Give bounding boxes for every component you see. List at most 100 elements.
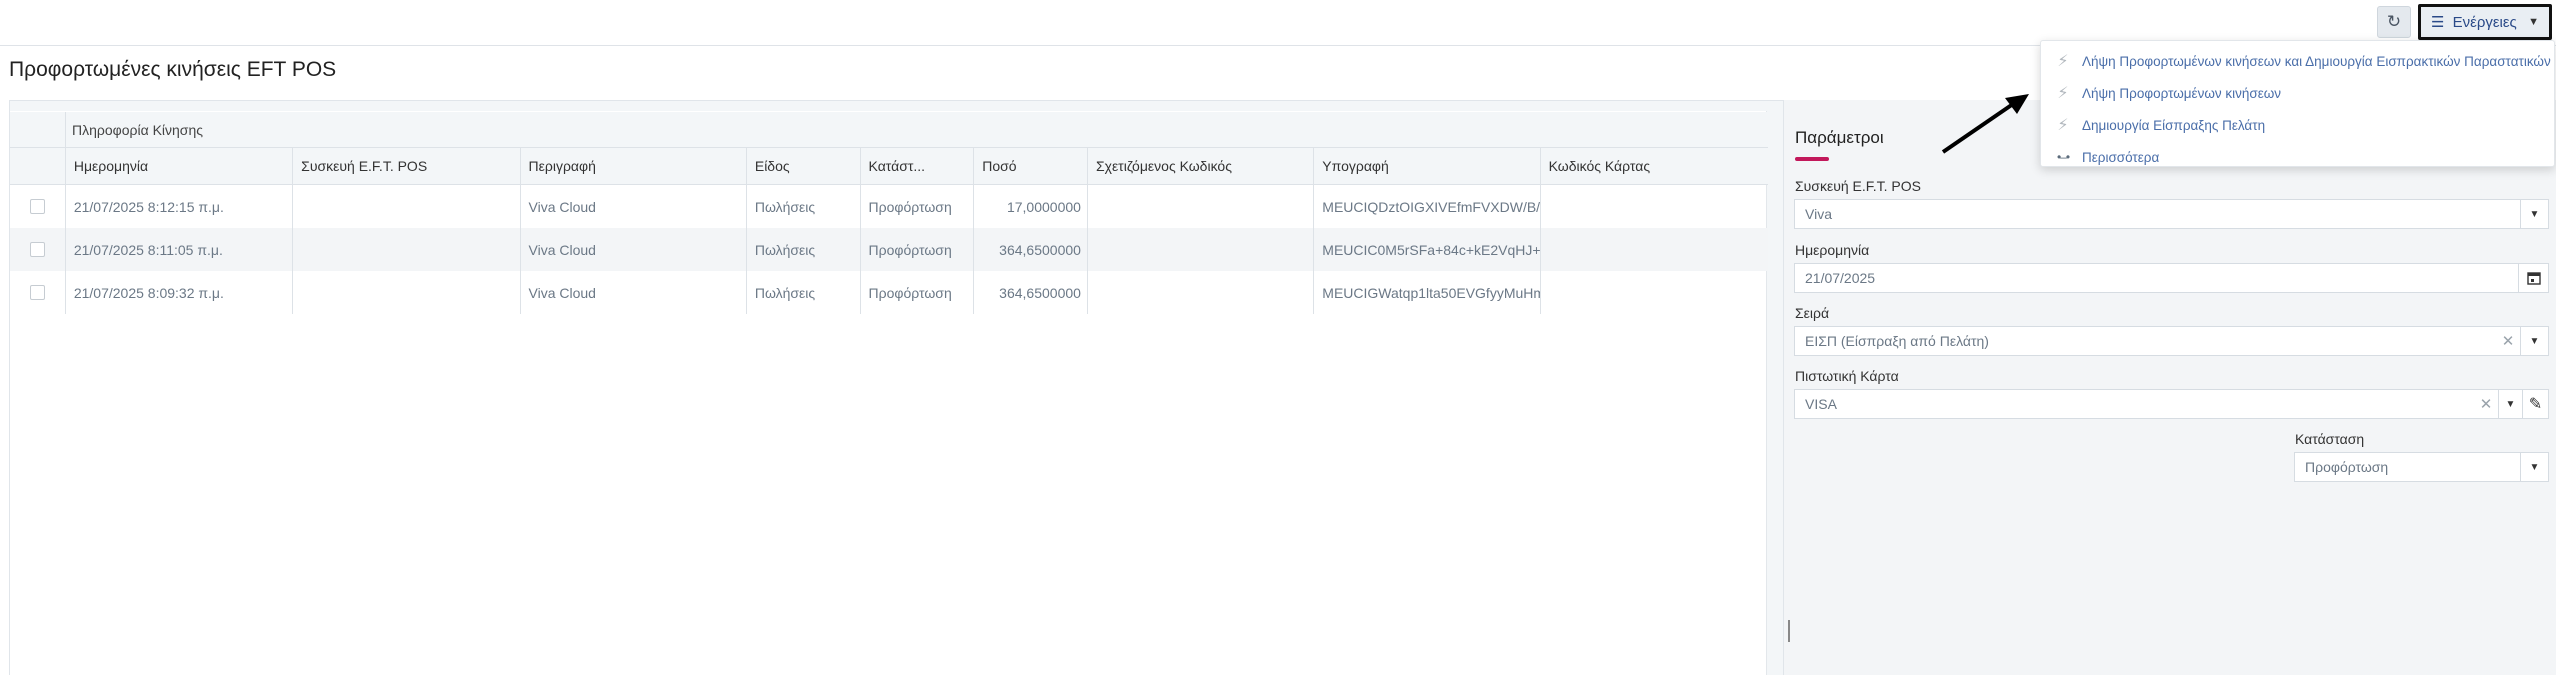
group-header-label: Πληροφορία Κίνησης [72, 121, 203, 138]
chevron-down-icon[interactable]: ▼ [2520, 200, 2548, 228]
parameters-title-underline [1795, 157, 1829, 161]
cell-kind: Πωλήσεις [747, 185, 861, 228]
device-label: Συσκευή E.F.T. POS [1795, 178, 1921, 194]
series-label: Σειρά [1795, 305, 1830, 321]
clear-icon[interactable]: ✕ [2496, 332, 2520, 350]
date-label: Ημερομηνία [1795, 242, 1870, 258]
cell-amount: 364,6500000 [974, 228, 1088, 271]
cell-status: Προφόρτωση [861, 228, 975, 271]
text-cursor [1788, 620, 1790, 642]
clear-icon[interactable]: ✕ [2474, 395, 2498, 413]
column-header-status[interactable]: Κατάστ... [861, 148, 975, 184]
bolt-icon: ⚡︎ [2057, 85, 2069, 102]
calendar-icon[interactable] [2518, 264, 2548, 292]
menu-item-label: Λήψη Προφορτωμένων κινήσεων [2082, 85, 2282, 101]
caret-down-icon: ▼ [2528, 16, 2539, 28]
chevron-down-icon[interactable]: ▼ [2498, 390, 2522, 418]
card-select[interactable]: VISA ✕ ▼ ✎ [1794, 389, 2549, 419]
chevron-down-icon[interactable]: ▼ [2520, 327, 2548, 355]
parameters-panel: Παράμετροι Συσκευή E.F.T. POS Viva ▼ Ημε… [1783, 100, 2556, 675]
row-checkbox[interactable] [29, 242, 45, 257]
cell-date: 21/07/2025 8:09:32 π.μ. [66, 271, 294, 314]
menu-item-more[interactable]: •–• Περισσότερα [2041, 141, 2554, 173]
column-header-date[interactable]: Ημερομηνία [66, 148, 294, 184]
grid-column-header: Ημερομηνία Συσκευή E.F.T. POS Περιγραφή … [10, 148, 1768, 185]
cell-card-code [1541, 271, 1768, 314]
chevron-down-icon[interactable]: ▼ [2520, 453, 2548, 481]
cell-description: Viva Cloud [521, 185, 747, 228]
menu-item-label: Δημιουργία Είσπραξης Πελάτη [2082, 117, 2266, 133]
table-row[interactable]: 21/07/2025 8:09:32 π.μ. Viva Cloud Πωλήσ… [10, 271, 1768, 314]
device-value: Viva [1805, 206, 1832, 222]
cell-signature: MEUCIGWatqp1lta50EVGfyyMuHm [1314, 271, 1541, 314]
refresh-button[interactable]: ↻ [2377, 6, 2411, 38]
transactions-grid-panel: Πληροφορία Κίνησης Ημερομηνία Συσκευή E.… [9, 100, 1784, 675]
row-checkbox[interactable] [29, 285, 45, 300]
cell-device [293, 228, 521, 271]
actions-button[interactable]: ☰ Ενέργειες ▼ [2418, 4, 2552, 40]
column-header-signature[interactable]: Υπογραφή [1314, 148, 1541, 184]
cell-device [293, 185, 521, 228]
grid-group-header: Πληροφορία Κίνησης [10, 112, 1768, 148]
cell-signature: MEUCIQDztOIGXIVEfmFVXDW/B/d [1314, 185, 1541, 228]
column-header-description[interactable]: Περιγραφή [521, 148, 747, 184]
date-field[interactable]: 21/07/2025 [1794, 263, 2549, 293]
series-select[interactable]: ΕΙΣΠ (Είσπραξη από Πελάτη) ✕ ▼ [1794, 326, 2549, 356]
cell-description: Viva Cloud [521, 228, 747, 271]
column-header-card-code[interactable]: Κωδικός Κάρτας [1541, 148, 1768, 184]
row-select-cell [10, 185, 66, 228]
pencil-icon[interactable]: ✎ [2522, 390, 2548, 418]
cell-status: Προφόρτωση [861, 271, 975, 314]
cell-device [293, 271, 521, 314]
cell-related-code [1088, 228, 1315, 271]
grid-top-band [10, 101, 1783, 111]
actions-dropdown-menu: ⚡︎ Λήψη Προφορτωμένων κινήσεων και Δημιο… [2040, 40, 2555, 167]
column-header-amount[interactable]: Ποσό [974, 148, 1088, 184]
cell-kind: Πωλήσεις [747, 271, 861, 314]
row-select-cell [10, 271, 66, 314]
column-header-kind[interactable]: Είδος [747, 148, 861, 184]
card-value: VISA [1805, 396, 1837, 412]
group-header-check-spacer [10, 112, 66, 147]
cell-kind: Πωλήσεις [747, 228, 861, 271]
table-row[interactable]: 21/07/2025 8:12:15 π.μ. Viva Cloud Πωλήσ… [10, 185, 1768, 228]
actions-button-label: Ενέργειες [2452, 14, 2517, 31]
annotation-arrow-icon [1941, 94, 2029, 154]
cell-signature: MEUCIC0M5rSFa+84c+kE2VqHJ+Ai [1314, 228, 1541, 271]
bolt-icon: ⚡︎ [2057, 53, 2069, 70]
menu-item-label: Περισσότερα [2082, 149, 2160, 165]
refresh-icon: ↻ [2386, 12, 2402, 31]
parameters-title: Παράμετροι [1795, 128, 1884, 147]
transactions-grid: Πληροφορία Κίνησης Ημερομηνία Συσκευή E.… [10, 112, 1768, 314]
column-header-select [10, 148, 66, 184]
column-header-device[interactable]: Συσκευή E.F.T. POS [293, 148, 521, 184]
bolt-icon: ⚡︎ [2057, 117, 2069, 134]
cell-card-code [1541, 185, 1768, 228]
menu-item-fetch-and-create-receipts[interactable]: ⚡︎ Λήψη Προφορτωμένων κινήσεων και Δημιο… [2041, 45, 2554, 77]
cell-status: Προφόρτωση [861, 185, 975, 228]
menu-item-fetch-preloaded[interactable]: ⚡︎ Λήψη Προφορτωμένων κινήσεων [2041, 77, 2554, 109]
status-select[interactable]: Προφόρτωση ▼ [2294, 452, 2549, 482]
column-header-related-code[interactable]: Σχετιζόμενος Κωδικός [1088, 148, 1315, 184]
status-label: Κατάσταση [2295, 431, 2365, 447]
device-select[interactable]: Viva ▼ [1794, 199, 2549, 229]
menu-item-create-customer-receipt[interactable]: ⚡︎ Δημιουργία Είσπραξης Πελάτη [2041, 109, 2554, 141]
vertical-scrollbar[interactable] [1766, 111, 1783, 675]
row-select-cell [10, 228, 66, 271]
status-value: Προφόρτωση [2305, 459, 2389, 475]
cell-description: Viva Cloud [521, 271, 747, 314]
date-value: 21/07/2025 [1805, 270, 1876, 286]
cell-amount: 17,0000000 [974, 185, 1088, 228]
row-checkbox[interactable] [29, 199, 45, 214]
cell-related-code [1088, 271, 1315, 314]
page-title: Προφορτωμένες κινήσεις EFT POS [9, 58, 337, 81]
cell-date: 21/07/2025 8:11:05 π.μ. [66, 228, 294, 271]
cell-date: 21/07/2025 8:12:15 π.μ. [66, 185, 294, 228]
table-row[interactable]: 21/07/2025 8:11:05 π.μ. Viva Cloud Πωλήσ… [10, 228, 1768, 271]
menu-icon: ☰ [2431, 14, 2445, 31]
menu-item-label: Λήψη Προφορτωμένων κινήσεων και Δημιουργ… [2082, 53, 2551, 69]
cell-amount: 364,6500000 [974, 271, 1088, 314]
series-value: ΕΙΣΠ (Είσπραξη από Πελάτη) [1805, 333, 1989, 349]
cell-related-code [1088, 185, 1315, 228]
cell-card-code [1541, 228, 1768, 271]
